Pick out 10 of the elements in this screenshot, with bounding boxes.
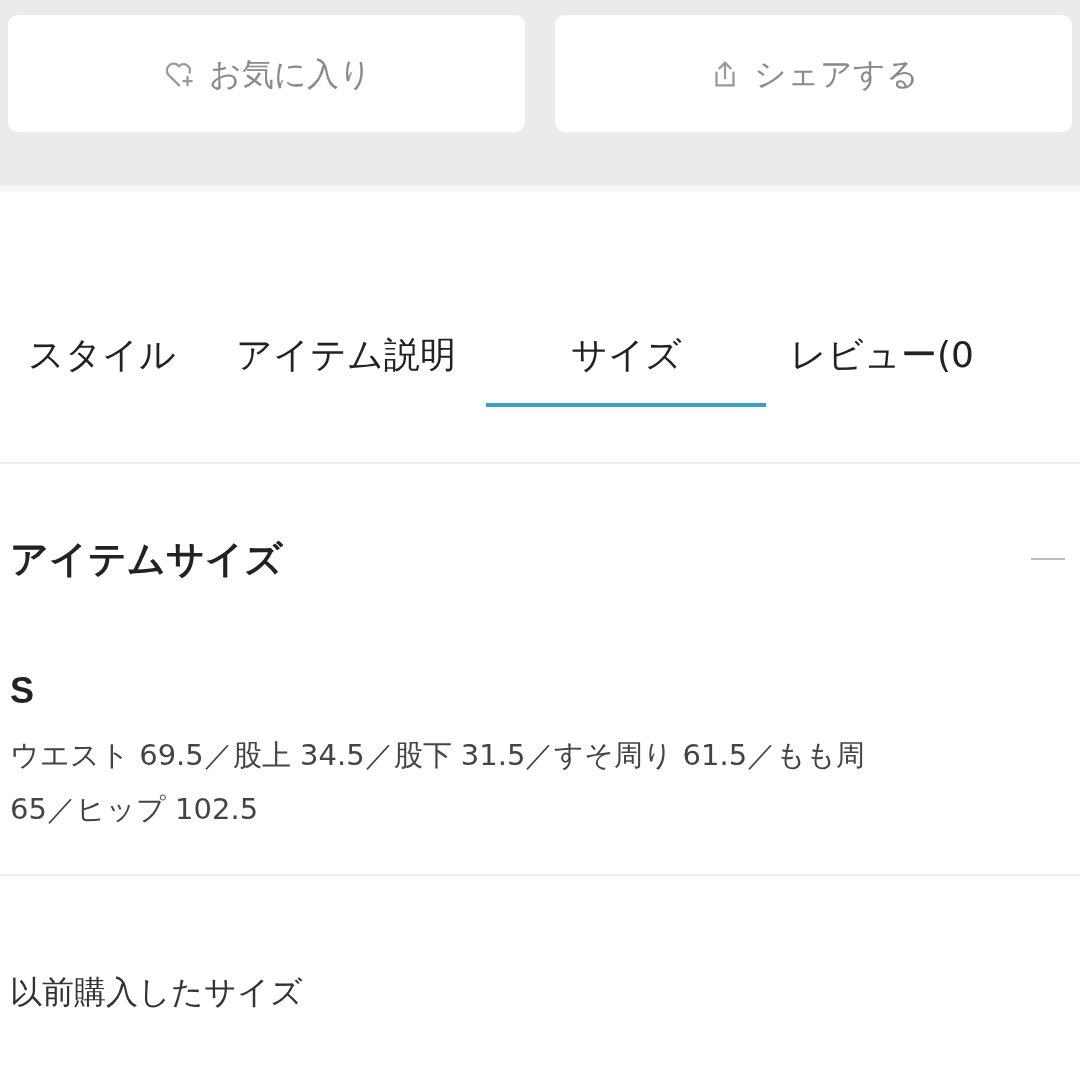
tab[interactable]: アイテム説明 xyxy=(236,307,456,407)
size-measurements: 65／ヒップ 102.5 xyxy=(10,791,259,828)
section-title: アイテムサイズ xyxy=(10,535,283,583)
tab[interactable]: サイズ xyxy=(486,307,766,407)
tab[interactable]: スタイル xyxy=(28,307,176,407)
tab[interactable]: レビュー(0 xyxy=(790,307,974,407)
size-name: S xyxy=(10,669,34,713)
minus-icon[interactable] xyxy=(1031,558,1065,560)
previous-size-label: 以前購入したサイズ xyxy=(10,972,303,1013)
size-measurements: ウエスト 69.5／股上 34.5／股下 31.5／すそ周り 61.5／もも周 xyxy=(10,737,866,774)
